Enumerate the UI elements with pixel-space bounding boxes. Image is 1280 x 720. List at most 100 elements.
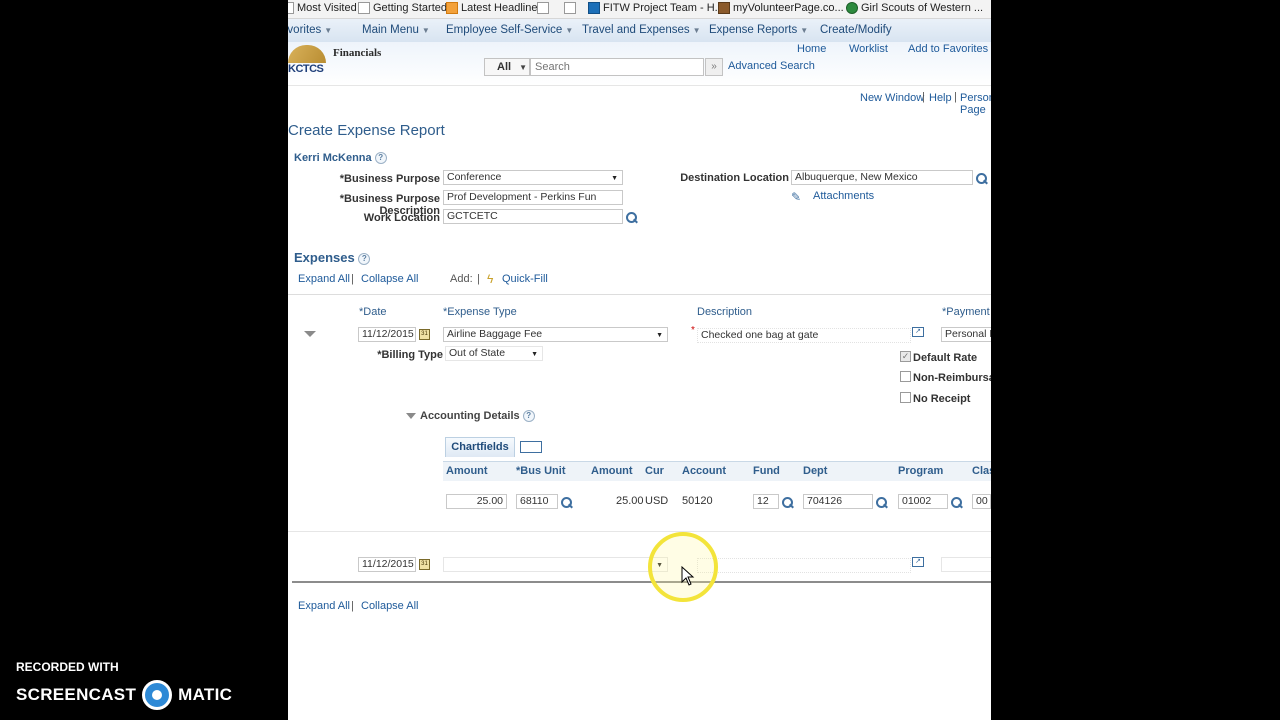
search-scope-select[interactable]: All ▼ <box>484 58 530 76</box>
expense-type-select-2[interactable] <box>443 557 668 572</box>
accounting-details-toggle[interactable]: Accounting Details ? <box>420 410 535 423</box>
work-location-input[interactable]: GCTCETC <box>443 209 623 224</box>
bookmark-most-visited[interactable]: Most Visited <box>288 2 357 14</box>
bookmark-blank-2[interactable] <box>564 2 576 14</box>
default-rate-checkbox[interactable]: ✓ <box>900 351 911 362</box>
chevron-down-icon: ▼ <box>692 26 701 35</box>
no-receipt-checkbox[interactable] <box>900 392 911 403</box>
nav-expense-reports[interactable]: Expense Reports ▼ <box>709 24 808 36</box>
account-value: 50120 <box>682 495 713 507</box>
col-expense-type: *Expense Type <box>443 306 517 318</box>
grid-col-dept: Dept <box>803 465 828 477</box>
employee-name: Kerri McKenna ? <box>294 152 387 165</box>
lookup-icon[interactable] <box>781 496 794 509</box>
lookup-icon[interactable] <box>950 496 963 509</box>
expand-text-icon[interactable]: ↗ <box>912 557 924 567</box>
expense-date-input[interactable]: 11/12/2015 <box>358 327 416 342</box>
bookmarks-bar: Most Visited Getting Started Latest Head… <box>288 0 991 19</box>
add-to-favorites-link[interactable]: Add to Favorites <box>908 43 988 55</box>
grid-col-program: Program <box>898 465 944 477</box>
grid-col-class: Class <box>972 465 991 477</box>
collapse-all-link-bottom[interactable]: Collapse All <box>361 600 418 612</box>
collapse-row-icon[interactable] <box>304 331 316 337</box>
class-input[interactable]: 00 <box>972 494 991 509</box>
non-reimbursable-label: Non-Reimbursable <box>913 372 991 384</box>
chevron-down-icon: ▼ <box>565 26 574 35</box>
bus-unit-input[interactable]: 68110 <box>516 494 558 509</box>
paperclip-icon: ✎ <box>791 190 802 204</box>
currency-value: USD <box>645 495 669 507</box>
grid-col-currency: Cur <box>645 465 664 477</box>
new-window-link[interactable]: New Window <box>860 92 924 104</box>
amount-value: 25.00 <box>616 495 644 507</box>
calendar-icon[interactable]: 31 <box>419 559 430 570</box>
lookup-icon[interactable] <box>875 496 888 509</box>
help-icon[interactable]: ? <box>522 410 535 423</box>
expand-all-link-bottom[interactable]: Expand All <box>298 600 350 612</box>
lookup-icon[interactable] <box>975 172 988 185</box>
worklist-link[interactable]: Worklist <box>849 43 888 55</box>
calendar-icon[interactable]: 31 <box>419 329 430 340</box>
page-title: Create Expense Report <box>288 122 445 139</box>
kctcs-logo: KCTCS <box>288 45 328 75</box>
bookmark-latest-headlines[interactable]: Latest Headlines <box>446 2 543 14</box>
grid-col-amount-2: Amount <box>591 465 633 477</box>
dept-input[interactable]: 704126 <box>803 494 873 509</box>
expand-text-icon[interactable]: ↗ <box>912 327 924 337</box>
advanced-search-link[interactable]: Advanced Search <box>728 60 815 72</box>
business-purpose-description-input[interactable]: Prof Development - Perkins Fun <box>443 190 623 205</box>
attachments-link[interactable]: Attachments <box>813 190 874 202</box>
payment-type-select-2[interactable] <box>941 557 991 572</box>
nav-create-modify[interactable]: Create/Modify <box>820 24 892 36</box>
fund-input[interactable]: 12 <box>753 494 779 509</box>
quick-fill-link[interactable]: Quick-Fill <box>502 273 548 285</box>
chevron-down-icon: ▼ <box>800 26 809 35</box>
expense-type-select[interactable]: Airline Baggage Fee <box>443 327 668 342</box>
nav-main-menu[interactable]: Main Menu ▼ <box>362 24 430 36</box>
chevron-down-icon: ▼ <box>421 26 430 35</box>
expense-description-input[interactable]: Checked one bag at gate <box>697 328 911 343</box>
non-reimbursable-checkbox[interactable] <box>900 371 911 382</box>
chevron-down-icon: ▼ <box>519 63 527 72</box>
nav-self-service[interactable]: Employee Self-Service ▼ <box>446 24 573 36</box>
expense-description-input-2[interactable] <box>697 558 911 573</box>
collapse-section-icon[interactable] <box>406 413 416 419</box>
help-link[interactable]: Help <box>929 92 952 104</box>
amount-input[interactable]: 25.00 <box>446 494 507 509</box>
watermark-recorded-with: RECORDED WITH <box>16 660 119 674</box>
bookmark-girl-scouts[interactable]: Girl Scouts of Western ... <box>846 2 983 14</box>
col-date: *Date <box>359 306 387 318</box>
help-icon[interactable]: ? <box>374 152 387 165</box>
expense-date-input-2[interactable]: 11/12/2015 <box>358 557 416 572</box>
destination-location-input[interactable]: Albuquerque, New Mexico <box>791 170 973 185</box>
lookup-icon[interactable] <box>560 496 573 509</box>
nav-travel[interactable]: Travel and Expenses ▼ <box>582 24 701 36</box>
record-icon <box>142 680 173 710</box>
chevron-down-icon: ▼ <box>324 26 333 35</box>
divider <box>292 581 991 583</box>
bookmark-blank-1[interactable] <box>537 2 549 14</box>
tab-chartfields[interactable]: Chartfields <box>445 437 515 457</box>
business-purpose-select[interactable]: Conference <box>443 170 623 185</box>
expand-all-link[interactable]: Expand All <box>298 273 350 285</box>
payment-type-select[interactable]: Personal Funds <box>941 327 991 342</box>
collapse-all-link[interactable]: Collapse All <box>361 273 418 285</box>
bookmark-myvolunteerpage[interactable]: myVolunteerPage.co... <box>718 2 844 14</box>
search-go-button[interactable]: » <box>705 58 723 76</box>
billing-type-select[interactable]: Out of State <box>445 346 543 361</box>
site-icon <box>718 2 730 14</box>
personalize-page-link[interactable]: Personalize Page <box>960 92 991 116</box>
search-input[interactable] <box>530 58 704 76</box>
home-link[interactable]: Home <box>797 43 826 55</box>
show-all-columns-icon[interactable] <box>520 441 542 453</box>
sharepoint-icon <box>588 2 600 14</box>
bookmark-getting-started[interactable]: Getting Started <box>358 2 447 14</box>
grid-col-amount: Amount <box>446 465 488 477</box>
nav-favorites[interactable]: Favorites▼ <box>288 24 332 36</box>
lookup-icon[interactable] <box>625 211 638 224</box>
bookmark-fitw[interactable]: FITW Project Team - H... <box>588 2 724 14</box>
screencast-o-matic-logo: SCREENCAST MATIC <box>16 680 232 710</box>
help-icon[interactable]: ? <box>358 252 371 265</box>
program-input[interactable]: 01002 <box>898 494 948 509</box>
page-icon <box>358 2 370 14</box>
